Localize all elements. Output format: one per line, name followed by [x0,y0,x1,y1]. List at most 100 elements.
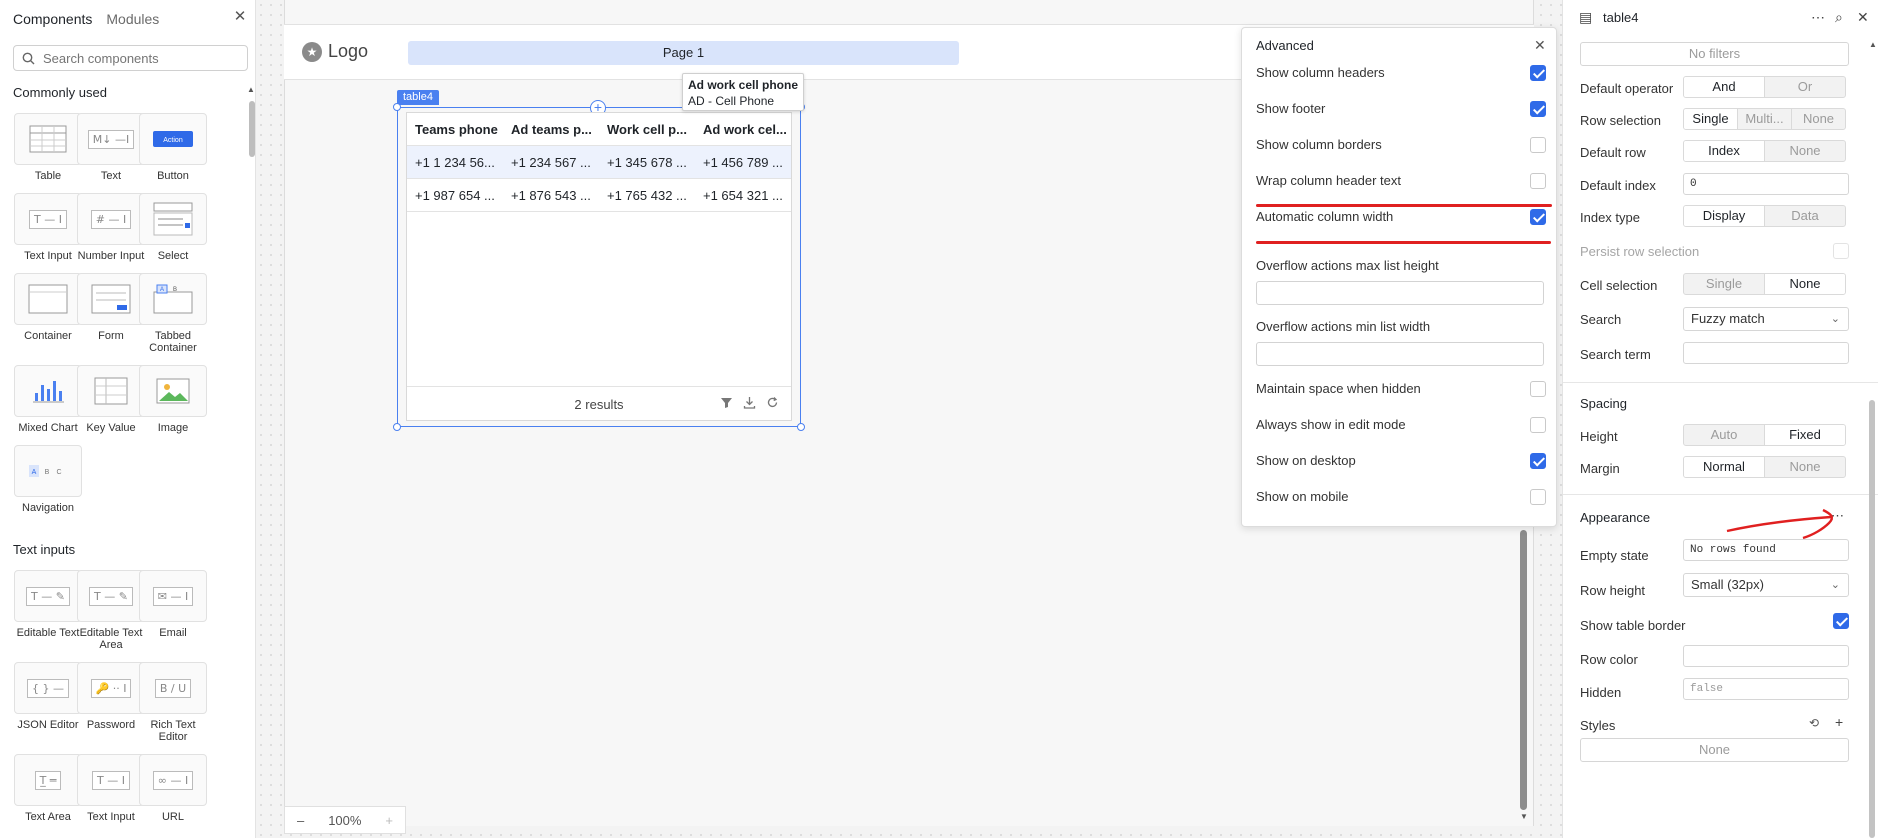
resize-handle-br[interactable] [797,423,805,431]
component-tile[interactable]: Action Button [138,113,208,182]
search-term-input[interactable] [1683,342,1849,364]
option-checkbox[interactable] [1530,101,1546,117]
toggle-option[interactable]: And [1684,77,1764,97]
advanced-option-row[interactable]: Show on mobile [1256,487,1546,507]
toggle-option[interactable]: None [1764,457,1845,477]
component-tile[interactable]: A B C Navigation [13,445,83,514]
canvas-scrollbar[interactable] [1520,530,1528,810]
row-height-select[interactable]: Small (32px) ⌄ [1683,573,1849,597]
toggle-option[interactable]: Or [1764,77,1845,97]
panel-scrollbar[interactable]: ▲ [247,85,255,838]
toggle-option[interactable]: Single [1684,109,1737,129]
table-cell[interactable]: +1 1 234 56... [407,155,503,170]
close-icon[interactable]: ✕ [1534,37,1546,54]
default-index-input[interactable]: 0 [1683,173,1849,195]
resize-handle-bl[interactable] [393,423,401,431]
advanced-option-row[interactable]: Show footer [1256,99,1546,119]
advanced-option-row[interactable]: Show column headers [1256,63,1546,83]
component-tile[interactable]: Key Value [76,365,146,434]
selected-component-label[interactable]: table4 [397,90,439,105]
option-checkbox[interactable] [1530,173,1546,189]
component-tile[interactable]: Select [138,193,208,262]
overflow-max-input[interactable] [1256,281,1544,305]
nav-tab-page-1[interactable]: Page 1 [408,41,959,65]
filters-field[interactable]: No filters [1580,42,1849,66]
component-tile[interactable]: T — I Text Input [13,193,83,262]
table-selection-frame[interactable]: + Teams phone Ad teams p... Work cell p.… [393,100,805,431]
search-icon[interactable]: ⌕ [1835,9,1843,26]
component-tile[interactable]: A B Tabbed Container [138,273,208,354]
close-panel-icon[interactable]: ✕ [232,9,248,25]
add-icon[interactable]: + [1835,714,1843,730]
component-tile[interactable]: T — ✎ Editable Text [13,570,83,639]
advanced-option-row[interactable]: Show column borders [1256,135,1546,155]
component-tile[interactable]: # — I Number Input [76,193,146,262]
scroll-up-icon[interactable]: ▲ [1869,40,1877,49]
index-type-toggle[interactable]: Display Data [1683,205,1846,227]
margin-toggle[interactable]: Normal None [1683,456,1846,478]
component-tile[interactable]: Form [76,273,146,342]
table-cell[interactable]: +1 654 321 ... [695,188,791,203]
option-checkbox[interactable] [1530,381,1546,397]
table4[interactable]: Teams phone Ad teams p... Work cell p...… [406,112,792,421]
toggle-option[interactable]: None [1764,141,1845,161]
hidden-input[interactable]: false [1683,678,1849,700]
column-header[interactable]: Work cell p... [599,122,695,137]
close-icon[interactable]: ✕ [1857,9,1869,26]
filter-icon[interactable] [720,396,733,409]
component-tile[interactable]: Container [13,273,83,342]
styles-field[interactable]: None [1580,738,1849,762]
row-selection-toggle[interactable]: Single Multi... None [1683,108,1846,130]
option-checkbox[interactable] [1530,209,1546,225]
default-operator-toggle[interactable]: And Or [1683,76,1846,98]
component-search[interactable] [13,45,248,71]
component-tile[interactable]: B / U Rich Text Editor [138,662,208,743]
option-checkbox[interactable] [1530,489,1546,505]
search-input[interactable] [43,50,233,66]
advanced-option-row[interactable]: Automatic column width [1256,207,1546,227]
table-row[interactable]: +1 987 654 ... +1 876 543 ... +1 765 432… [407,179,791,212]
default-row-toggle[interactable]: Index None [1683,140,1846,162]
refresh-icon[interactable]: ⟲ [1809,716,1819,730]
scroll-down-icon[interactable]: ▼ [1520,812,1528,821]
component-tile[interactable]: ∞ — I URL [138,754,208,823]
toggle-option[interactable]: Fixed [1764,425,1845,445]
table-row[interactable]: +1 1 234 56... +1 234 567 ... +1 345 678… [407,146,791,179]
tab-components[interactable]: Components [13,11,92,27]
scrollbar-thumb[interactable] [1520,530,1527,810]
component-name[interactable]: table4 [1603,10,1638,25]
tab-modules[interactable]: Modules [106,11,159,27]
component-tile[interactable]: T — ✎ Editable Text Area [76,570,146,651]
toggle-option[interactable]: None [1791,109,1845,129]
table-cell[interactable]: +1 876 543 ... [503,188,599,203]
height-toggle[interactable]: Auto Fixed [1683,424,1846,446]
cell-selection-toggle[interactable]: Single None [1683,273,1846,295]
advanced-option-row[interactable]: Show on desktop [1256,451,1546,471]
component-tile[interactable]: T — I Text Input [76,754,146,823]
search-mode-select[interactable]: Fuzzy match ⌄ [1683,307,1849,331]
zoom-out-button[interactable]: – [297,813,304,828]
option-checkbox[interactable] [1530,65,1546,81]
table-cell[interactable]: +1 987 654 ... [407,188,503,203]
zoom-in-button[interactable]: + [385,813,393,828]
persist-row-selection-checkbox[interactable] [1833,243,1849,259]
scrollbar-thumb[interactable] [249,101,255,157]
advanced-option-row[interactable]: Always show in edit mode [1256,415,1546,435]
toggle-option[interactable]: None [1764,274,1845,294]
advanced-option-row[interactable]: Wrap column header text [1256,171,1546,191]
download-icon[interactable] [743,396,756,409]
table-cell[interactable]: +1 234 567 ... [503,155,599,170]
scroll-up-icon[interactable]: ▲ [247,85,255,94]
toggle-option[interactable]: Normal [1684,457,1764,477]
component-tile[interactable]: Mixed Chart [13,365,83,434]
component-tile[interactable]: T̲ ═ Text Area [13,754,83,823]
inspector-scrollbar[interactable] [1869,400,1875,838]
toggle-option[interactable]: Display [1684,206,1764,226]
component-tile[interactable]: M↓ —I Text [76,113,146,182]
option-checkbox[interactable] [1530,417,1546,433]
overflow-min-input[interactable] [1256,342,1544,366]
more-icon[interactable]: ⋯ [1811,9,1825,26]
component-tile[interactable]: 🔑 ·· I Password [76,662,146,731]
column-header[interactable]: Teams phone [407,122,503,137]
component-tile[interactable]: Image [138,365,208,434]
